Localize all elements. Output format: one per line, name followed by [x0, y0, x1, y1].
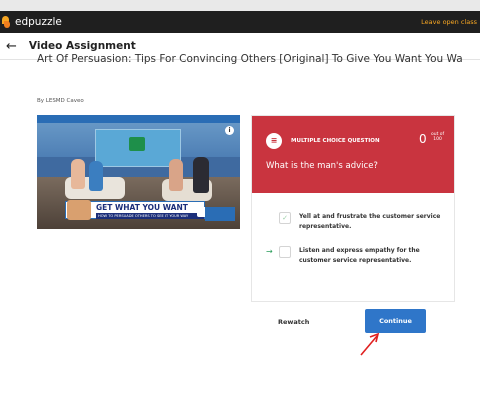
score-max: 100 [433, 137, 442, 142]
brand-name: edpuzzle [15, 16, 62, 28]
selected-arrow-icon: → [266, 247, 273, 256]
person-figure [169, 159, 183, 191]
question-header: ≡ MULTIPLE CHOICE QUESTION 0 out of 100 … [252, 116, 454, 193]
leave-open-class-link[interactable]: Leave open class [421, 18, 477, 26]
choice-checkbox[interactable]: ✓ [279, 212, 291, 224]
score-out-of: out of 100 [431, 132, 444, 142]
video-player[interactable]: i GET WHAT YOU WANT HOW TO PERSUADE OTHE… [37, 115, 240, 229]
lower-third-thumbnail [67, 200, 91, 220]
person-figure [193, 157, 209, 193]
show-badge [205, 207, 235, 221]
rewatch-button[interactable]: Rewatch [278, 318, 309, 326]
studio-logo [129, 137, 145, 151]
question-card: ≡ MULTIPLE CHOICE QUESTION 0 out of 100 … [251, 115, 455, 302]
choice-checkbox[interactable] [279, 246, 291, 258]
info-icon[interactable]: i [225, 126, 234, 135]
choice-label: Yell at and frustrate the customer servi… [299, 213, 441, 230]
question-text: What is the man's advice? [266, 161, 378, 171]
edpuzzle-logo-icon [2, 16, 12, 28]
edpuzzle-logo[interactable]: edpuzzle [2, 16, 62, 28]
video-byline: By LESMD Caveo [37, 98, 84, 104]
page-title: Video Assignment [28, 40, 136, 52]
lower-third-subtitle: HOW TO PERSUADE OTHERS TO SEE IT YOUR WA… [96, 213, 204, 219]
lower-third-title: GET WHAT YOU WANT [96, 203, 188, 212]
question-type: MULTIPLE CHOICE QUESTION [291, 138, 380, 144]
choice-label: Listen and express empathy for the custo… [299, 247, 420, 264]
person-figure [89, 161, 103, 191]
back-arrow-icon[interactable]: ← [6, 40, 17, 53]
annotation-arrow-icon [360, 332, 380, 356]
question-score: 0 [419, 132, 427, 146]
video-title: Art Of Persuasion: Tips For Convincing O… [37, 53, 462, 65]
video-lower-third: GET WHAT YOU WANT HOW TO PERSUADE OTHERS… [65, 200, 205, 220]
video-frame-banner [37, 115, 240, 123]
person-figure [71, 159, 85, 189]
answer-choice[interactable]: → Listen and express empathy for the cus… [252, 243, 454, 267]
answer-choice[interactable]: ✓ Yell at and frustrate the customer ser… [252, 209, 454, 233]
multiple-choice-icon: ≡ [266, 133, 282, 149]
top-bar: edpuzzle Leave open class [0, 11, 480, 33]
